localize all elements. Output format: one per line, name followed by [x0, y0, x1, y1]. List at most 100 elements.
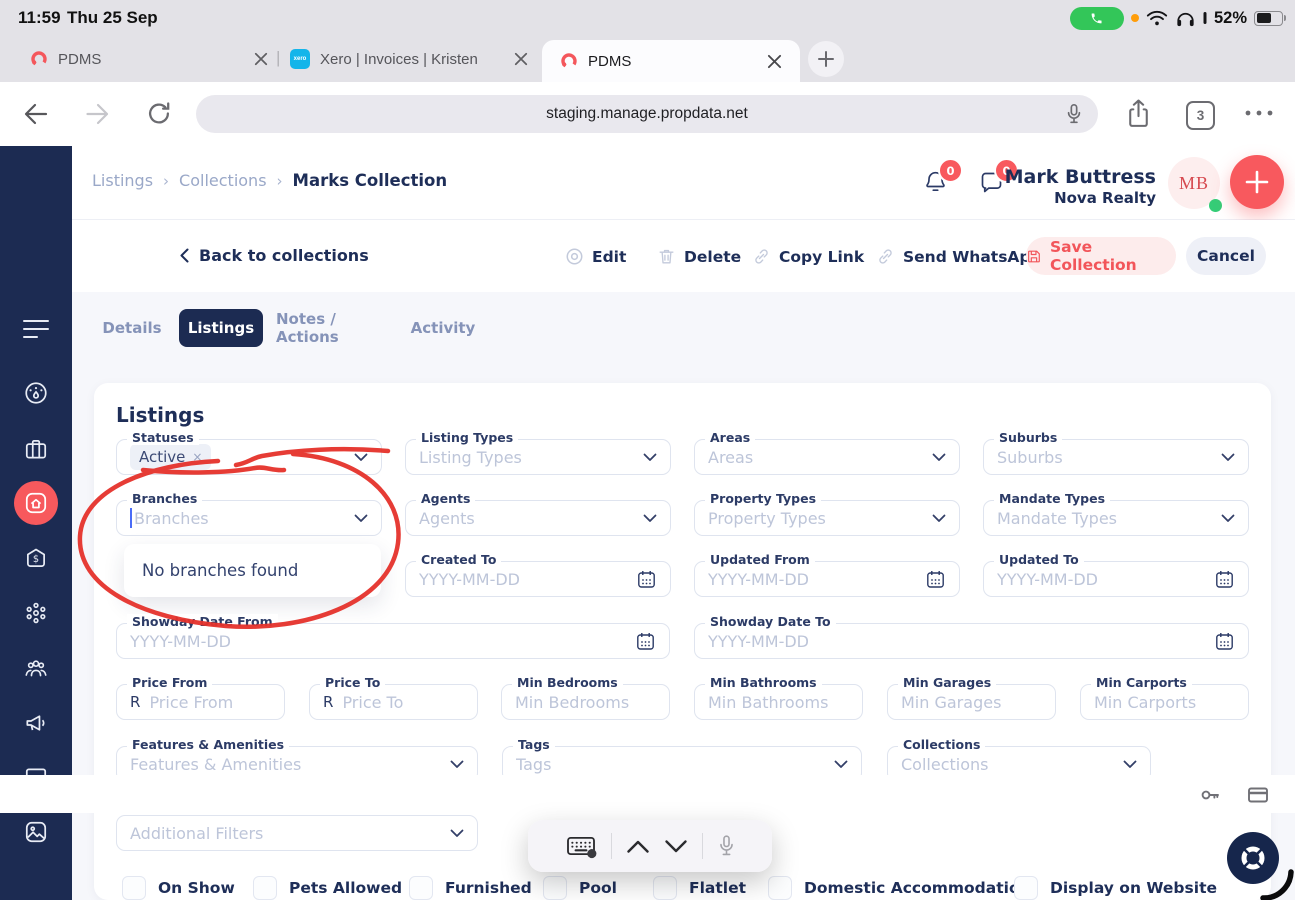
- suburbs-select[interactable]: Suburbs Suburbs: [983, 430, 1249, 475]
- checkbox-pets-allowed[interactable]: Pets Allowed: [253, 876, 402, 900]
- chevron-down-icon: [932, 514, 946, 523]
- dictation-mic-icon[interactable]: [717, 834, 736, 859]
- active-call-pill[interactable]: [1069, 6, 1124, 30]
- calendar-icon[interactable]: [636, 569, 657, 590]
- checkbox-display-on-website[interactable]: Display on Website: [1014, 876, 1217, 900]
- copy-link-button[interactable]: Copy Link: [752, 247, 864, 266]
- field-placeholder: YYYY-MM-DD: [419, 569, 520, 589]
- briefcase-icon[interactable]: [23, 436, 49, 462]
- calendar-icon[interactable]: [1214, 631, 1235, 652]
- browser-tab-3-active[interactable]: PDMS: [542, 40, 800, 82]
- back-icon[interactable]: [22, 101, 49, 127]
- min-garages-field[interactable]: Min Garages Min Garages: [887, 675, 1056, 720]
- keyboard-icon[interactable]: [565, 833, 597, 859]
- more-menu-icon[interactable]: [1244, 108, 1274, 118]
- checkbox-flatlet[interactable]: Flatlet: [653, 876, 746, 900]
- branches-select[interactable]: Branches Branches: [116, 491, 382, 536]
- chevron-up-icon[interactable]: [626, 839, 650, 854]
- created-to-date-field[interactable]: Created To YYYY-MM-DD: [405, 552, 671, 597]
- price-from-field[interactable]: Price From R Price From: [116, 675, 285, 720]
- browser-tab-1[interactable]: PDMS: [30, 36, 268, 82]
- sidebar-item-listings-active[interactable]: [14, 481, 58, 525]
- quick-add-button[interactable]: [1230, 155, 1284, 209]
- mic-icon[interactable]: [1064, 103, 1084, 125]
- checkbox-on-show[interactable]: On Show: [122, 876, 235, 900]
- credit-card-icon[interactable]: [1246, 783, 1270, 807]
- field-label: Updated To: [994, 552, 1084, 567]
- checkbox[interactable]: [768, 876, 792, 900]
- breadcrumb-collections[interactable]: Collections: [179, 171, 266, 190]
- property-types-select[interactable]: Property Types Property Types: [694, 491, 960, 536]
- menu-icon[interactable]: [23, 318, 49, 340]
- updated-from-date-field[interactable]: Updated From YYYY-MM-DD: [694, 552, 960, 597]
- calendar-icon[interactable]: [635, 631, 656, 652]
- close-tab-icon[interactable]: [514, 52, 528, 66]
- image-icon[interactable]: [23, 819, 49, 845]
- tab-listings[interactable]: Listings: [179, 309, 263, 347]
- tab-details[interactable]: Details: [98, 309, 166, 347]
- checkbox-domestic-accommodation[interactable]: Domestic Accommodation: [768, 876, 1031, 900]
- listing-types-select[interactable]: Listing Types Listing Types: [405, 430, 671, 475]
- checkbox[interactable]: [253, 876, 277, 900]
- chevron-down-icon[interactable]: [664, 839, 688, 854]
- password-key-icon[interactable]: [1198, 783, 1222, 807]
- network-icon[interactable]: [23, 600, 49, 626]
- house-dollar-icon[interactable]: $: [23, 545, 49, 571]
- close-tab-icon[interactable]: [254, 52, 268, 66]
- showday-from-date-field[interactable]: Showday Date From YYYY-MM-DD: [116, 614, 670, 659]
- tab-activity[interactable]: Activity: [408, 309, 478, 347]
- delete-button[interactable]: Delete: [657, 247, 741, 266]
- min-bedrooms-field[interactable]: Min Bedrooms Min Bedrooms: [501, 675, 670, 720]
- min-carports-field[interactable]: Min Carports Min Carports: [1080, 675, 1249, 720]
- share-icon[interactable]: [1126, 98, 1151, 129]
- field-label: Listing Types: [416, 430, 519, 445]
- send-whatsapp-button[interactable]: Send WhatsApp: [876, 247, 1042, 266]
- users-icon[interactable]: [23, 655, 49, 681]
- field-placeholder: Property Types: [708, 508, 826, 528]
- price-to-field[interactable]: Price To R Price To: [309, 675, 478, 720]
- checkbox[interactable]: [1014, 876, 1038, 900]
- address-bar[interactable]: staging.manage.propdata.net: [196, 95, 1098, 133]
- cancel-button[interactable]: Cancel: [1186, 237, 1266, 275]
- field-label: Mandate Types: [994, 491, 1111, 506]
- save-collection-button[interactable]: Save Collection: [1026, 237, 1176, 275]
- breadcrumb-listings[interactable]: Listings: [92, 171, 153, 190]
- chevron-down-icon: [834, 760, 848, 769]
- min-bathrooms-field[interactable]: Min Bathrooms Min Bathrooms: [694, 675, 863, 720]
- tab-notes-actions[interactable]: Notes / Actions: [276, 309, 388, 347]
- tab-count-button[interactable]: 3: [1186, 101, 1215, 130]
- checkbox[interactable]: [653, 876, 677, 900]
- status-chip-active[interactable]: Active ×: [130, 444, 212, 470]
- statuses-select[interactable]: Statuses Active ×: [116, 430, 382, 475]
- additional-filters-select[interactable]: Additional Filters: [116, 815, 478, 851]
- back-to-collections-link[interactable]: Back to collections: [180, 246, 369, 265]
- areas-select[interactable]: Areas Areas: [694, 430, 960, 475]
- checkbox[interactable]: [409, 876, 433, 900]
- dashboard-icon[interactable]: [23, 380, 49, 406]
- browser-tab-2[interactable]: xero Xero | Invoices | Kristens: [290, 36, 528, 82]
- field-label: Updated From: [705, 552, 815, 567]
- action-bar: Back to collections Edit Delete Copy Lin…: [72, 220, 1295, 292]
- megaphone-icon[interactable]: [23, 710, 49, 736]
- tab-label: Notes / Actions: [276, 310, 339, 346]
- checkbox-pool[interactable]: Pool: [543, 876, 617, 900]
- reload-icon[interactable]: [146, 100, 172, 127]
- forward-icon[interactable]: [84, 101, 111, 127]
- edit-button[interactable]: Edit: [565, 247, 626, 266]
- checkbox[interactable]: [122, 876, 146, 900]
- field-placeholder: Areas: [708, 447, 754, 467]
- new-tab-button[interactable]: [808, 41, 844, 77]
- checkbox-furnished[interactable]: Furnished: [409, 876, 532, 900]
- agents-select[interactable]: Agents Agents: [405, 491, 671, 536]
- link-icon: [879, 249, 892, 264]
- showday-to-date-field[interactable]: Showday Date To YYYY-MM-DD: [694, 614, 1249, 659]
- mandate-types-select[interactable]: Mandate Types Mandate Types: [983, 491, 1249, 536]
- chip-remove-icon[interactable]: ×: [192, 450, 202, 464]
- close-tab-icon[interactable]: [767, 54, 782, 69]
- calendar-icon[interactable]: [925, 569, 946, 590]
- updated-to-date-field[interactable]: Updated To YYYY-MM-DD: [983, 552, 1249, 597]
- chevron-down-icon: [1221, 514, 1235, 523]
- checkbox[interactable]: [543, 876, 567, 900]
- calendar-icon[interactable]: [1214, 569, 1235, 590]
- online-status-dot: [1209, 199, 1222, 212]
